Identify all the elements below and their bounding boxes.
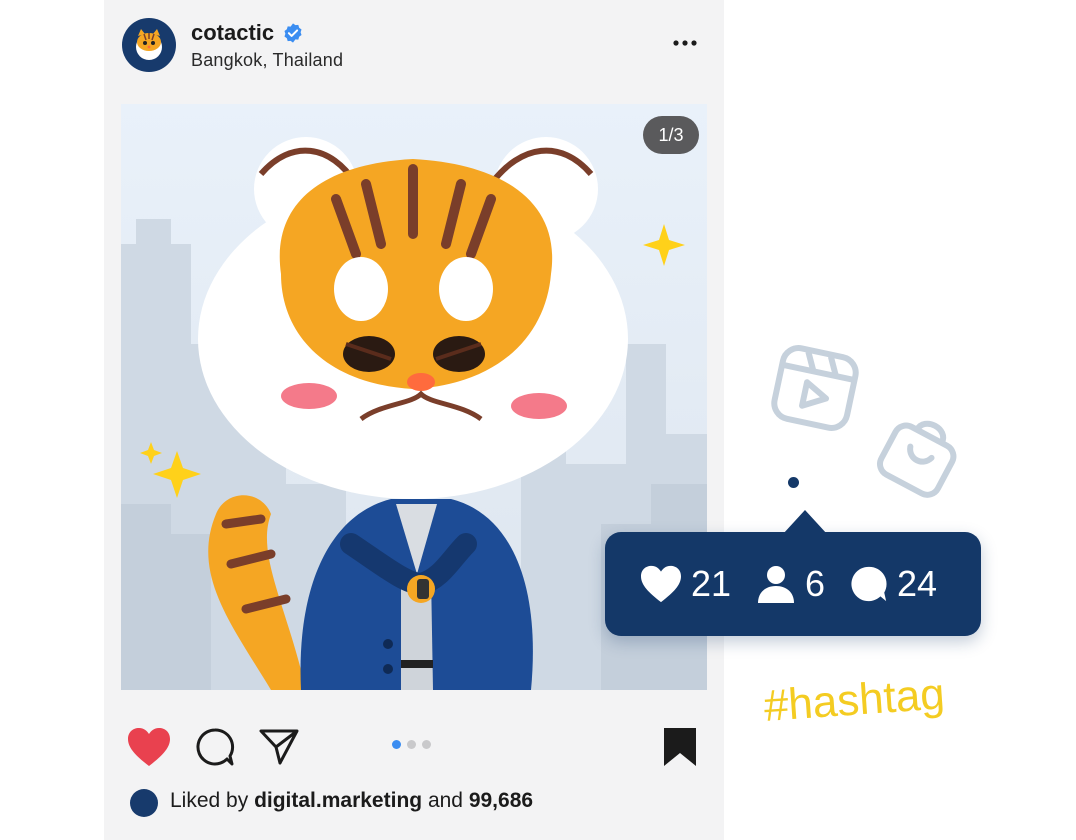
liked-by-prefix: Liked by [170, 789, 249, 812]
likes-stat: 21 [639, 562, 731, 606]
profile-avatar[interactable] [122, 18, 176, 72]
shopping-bag-icon [877, 420, 957, 498]
post-location[interactable]: Bangkok, Thailand [191, 50, 343, 71]
liked-by-avatar[interactable] [130, 789, 158, 817]
comments-count: 24 [897, 563, 938, 604]
likes-count: 21 [691, 563, 732, 604]
carousel-dot-active [392, 740, 401, 749]
bookmark-icon[interactable] [662, 726, 698, 768]
liked-by-user[interactable]: digital.marketing [254, 789, 422, 812]
comment-icon [851, 566, 887, 602]
activity-notification-bubble: 21 6 24 [605, 510, 981, 636]
heart-icon[interactable] [126, 726, 172, 768]
instagram-post: cotactic Bangkok, Thailand 1/3 Liked by … [104, 0, 724, 840]
follows-count: 6 [805, 563, 826, 604]
liked-by-text: Liked by digital.marketing and 99,686 [170, 789, 533, 813]
notification-pointer [783, 510, 827, 534]
heart-icon [641, 565, 681, 603]
follows-stat: 6 [755, 562, 825, 606]
image-counter-badge: 1/3 [643, 116, 699, 154]
carousel-indicator [392, 740, 431, 749]
comments-stat: 24 [849, 562, 937, 606]
carousel-dot [407, 740, 416, 749]
comment-icon[interactable] [194, 726, 236, 768]
carousel-dot [422, 740, 431, 749]
reels-icon [771, 345, 859, 431]
notification-anchor-dot [788, 477, 799, 488]
verified-badge-icon [284, 23, 302, 43]
liked-by-count[interactable]: 99,686 [469, 789, 533, 812]
post-username[interactable]: cotactic [191, 20, 274, 46]
liked-by-and: and [427, 789, 463, 812]
user-icon [758, 566, 794, 603]
send-icon[interactable] [258, 726, 300, 766]
hashtag-text: #hashtag [762, 669, 947, 731]
more-options-icon[interactable] [670, 30, 700, 56]
